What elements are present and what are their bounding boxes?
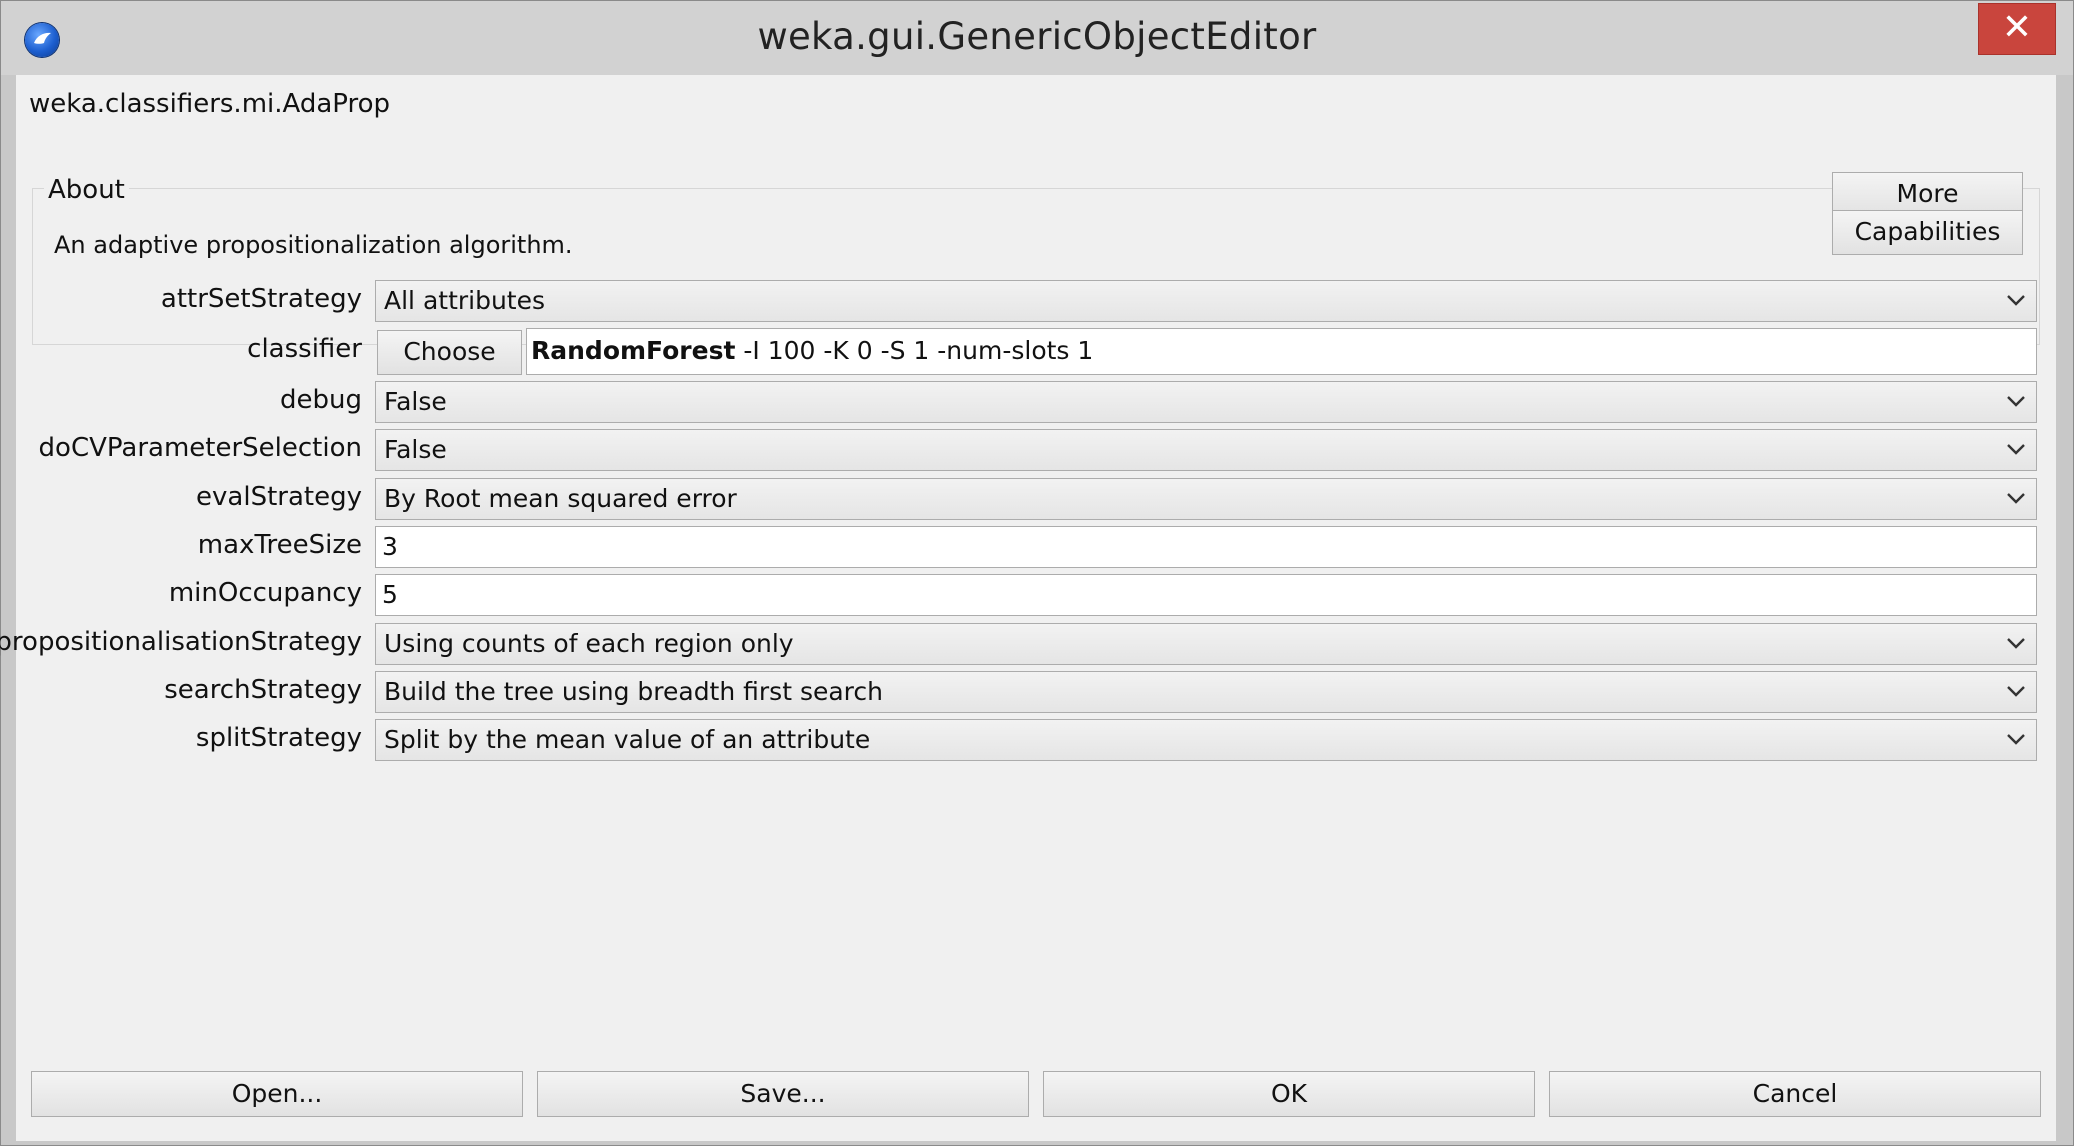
classifier-choose-button[interactable]: Choose (377, 330, 522, 375)
chevron-down-icon (2007, 686, 2025, 697)
title-bar[interactable]: weka.gui.GenericObjectEditor ✕ (1, 1, 2073, 75)
ok-button[interactable]: OK (1043, 1071, 1535, 1117)
maxtreesize-label: maxTreeSize (197, 530, 362, 560)
searchstrategy-label: searchStrategy (164, 675, 362, 705)
class-name-label: weka.classifiers.mi.AdaProp (29, 89, 391, 119)
attrsetstrategy-dropdown[interactable]: All attributes (375, 280, 2037, 322)
docvparameterselection-value: False (384, 435, 447, 464)
chevron-down-icon (2007, 638, 2025, 649)
classifier-label: classifier (247, 334, 362, 364)
generic-object-editor-window: weka.gui.GenericObjectEditor ✕ weka.clas… (0, 0, 2074, 1146)
classifier-config-field[interactable]: RandomForest -I 100 -K 0 -S 1 -num-slots… (526, 328, 2037, 375)
splitstrategy-label: splitStrategy (195, 723, 362, 753)
attrsetstrategy-label: attrSetStrategy (160, 284, 362, 314)
propositionalisationstrategy-label: propositionalisationStrategy (0, 627, 362, 657)
debug-label: debug (280, 385, 362, 415)
attrsetstrategy-value: All attributes (384, 286, 546, 315)
minoccupancy-input[interactable]: 5 (375, 574, 2037, 616)
chevron-down-icon (2007, 295, 2025, 306)
docvparameterselection-label: doCVParameterSelection (38, 433, 362, 463)
maxtreesize-input[interactable]: 3 (375, 526, 2037, 568)
chevron-down-icon (2007, 444, 2025, 455)
debug-value: False (384, 387, 447, 416)
docvparameterselection-dropdown[interactable]: False (375, 429, 2037, 471)
save-button[interactable]: Save... (537, 1071, 1029, 1117)
evalstrategy-label: evalStrategy (196, 482, 362, 512)
searchstrategy-dropdown[interactable]: Build the tree using breadth first searc… (375, 671, 2037, 713)
classifier-class-name: RandomForest (531, 336, 736, 365)
about-description: An adaptive propositionalization algorit… (54, 231, 573, 259)
evalstrategy-value: By Root mean squared error (384, 484, 737, 513)
debug-dropdown[interactable]: False (375, 381, 2037, 423)
capabilities-button[interactable]: Capabilities (1832, 210, 2023, 255)
chevron-down-icon (2007, 396, 2025, 407)
minoccupancy-label: minOccupancy (168, 578, 362, 608)
searchstrategy-value: Build the tree using breadth first searc… (384, 677, 883, 706)
splitstrategy-dropdown[interactable]: Split by the mean value of an attribute (375, 719, 2037, 761)
evalstrategy-dropdown[interactable]: By Root mean squared error (375, 478, 2037, 520)
classifier-options: -I 100 -K 0 -S 1 -num-slots 1 (735, 336, 1094, 365)
propositionalisationstrategy-value: Using counts of each region only (384, 629, 794, 658)
cancel-button[interactable]: Cancel (1549, 1071, 2041, 1117)
close-button[interactable]: ✕ (1978, 3, 2056, 55)
chevron-down-icon (2007, 734, 2025, 745)
chevron-down-icon (2007, 493, 2025, 504)
editor-content: weka.classifiers.mi.AdaProp About An ada… (0, 75, 2056, 1141)
propositionalisationstrategy-dropdown[interactable]: Using counts of each region only (375, 623, 2037, 665)
window-title: weka.gui.GenericObjectEditor (757, 15, 1317, 58)
open-button[interactable]: Open... (31, 1071, 523, 1117)
about-legend: About (44, 175, 129, 205)
splitstrategy-value: Split by the mean value of an attribute (384, 725, 871, 754)
